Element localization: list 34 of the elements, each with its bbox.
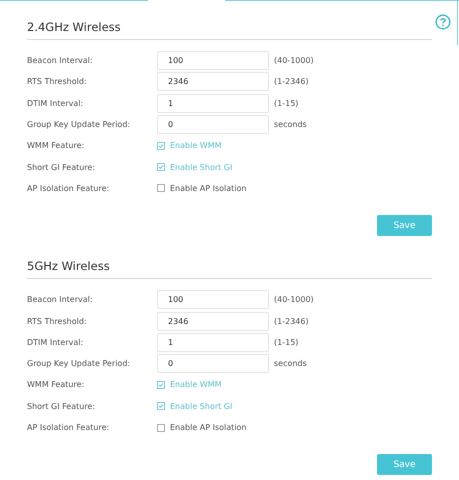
- input-field[interactable]: 100: [157, 290, 269, 310]
- field-label: RTS Threshold:: [27, 316, 88, 326]
- input-field[interactable]: 1: [157, 94, 269, 113]
- field-label: Short GI Feature:: [27, 162, 96, 172]
- field-label: Group Key Update Period:: [27, 359, 132, 368]
- range-hint: seconds: [274, 359, 307, 368]
- section-title: 2.4GHz Wireless: [27, 20, 432, 40]
- range-hint: (1-15): [274, 338, 298, 347]
- range-hint: seconds: [274, 120, 307, 130]
- input-field[interactable]: 100: [157, 51, 269, 70]
- field-label: Short GI Feature:: [27, 402, 96, 411]
- section-title: 5GHz Wireless: [27, 259, 432, 280]
- field-label: Beacon Interval:: [27, 295, 94, 304]
- field-label: AP Isolation Feature:: [27, 184, 110, 193]
- checkbox-label[interactable]: Enable AP Isolation: [170, 423, 247, 432]
- range-hint: (40-1000): [274, 56, 314, 66]
- input-field[interactable]: 0: [157, 115, 269, 134]
- range-hint: (40-1000): [274, 295, 314, 304]
- field-label: WMM Feature:: [27, 141, 86, 150]
- field-label: DTIM Interval:: [27, 338, 84, 347]
- input-field[interactable]: 2346: [157, 312, 269, 331]
- field-label: DTIM Interval:: [27, 98, 84, 108]
- range-hint: (1-15): [274, 98, 298, 108]
- field-label: Beacon Interval:: [27, 56, 94, 66]
- field-label: WMM Feature:: [27, 380, 86, 390]
- range-hint: (1-2346): [274, 77, 309, 86]
- input-field[interactable]: 2346: [157, 72, 269, 92]
- field-label: RTS Threshold:: [27, 77, 88, 86]
- input-field[interactable]: 1: [157, 332, 269, 352]
- checkbox-label[interactable]: Enable AP Isolation: [170, 184, 247, 193]
- range-hint: (1-2346): [274, 316, 309, 326]
- input-field[interactable]: 0: [157, 354, 269, 374]
- field-label: AP Isolation Feature:: [27, 423, 110, 432]
- field-label: Group Key Update Period:: [27, 120, 132, 130]
